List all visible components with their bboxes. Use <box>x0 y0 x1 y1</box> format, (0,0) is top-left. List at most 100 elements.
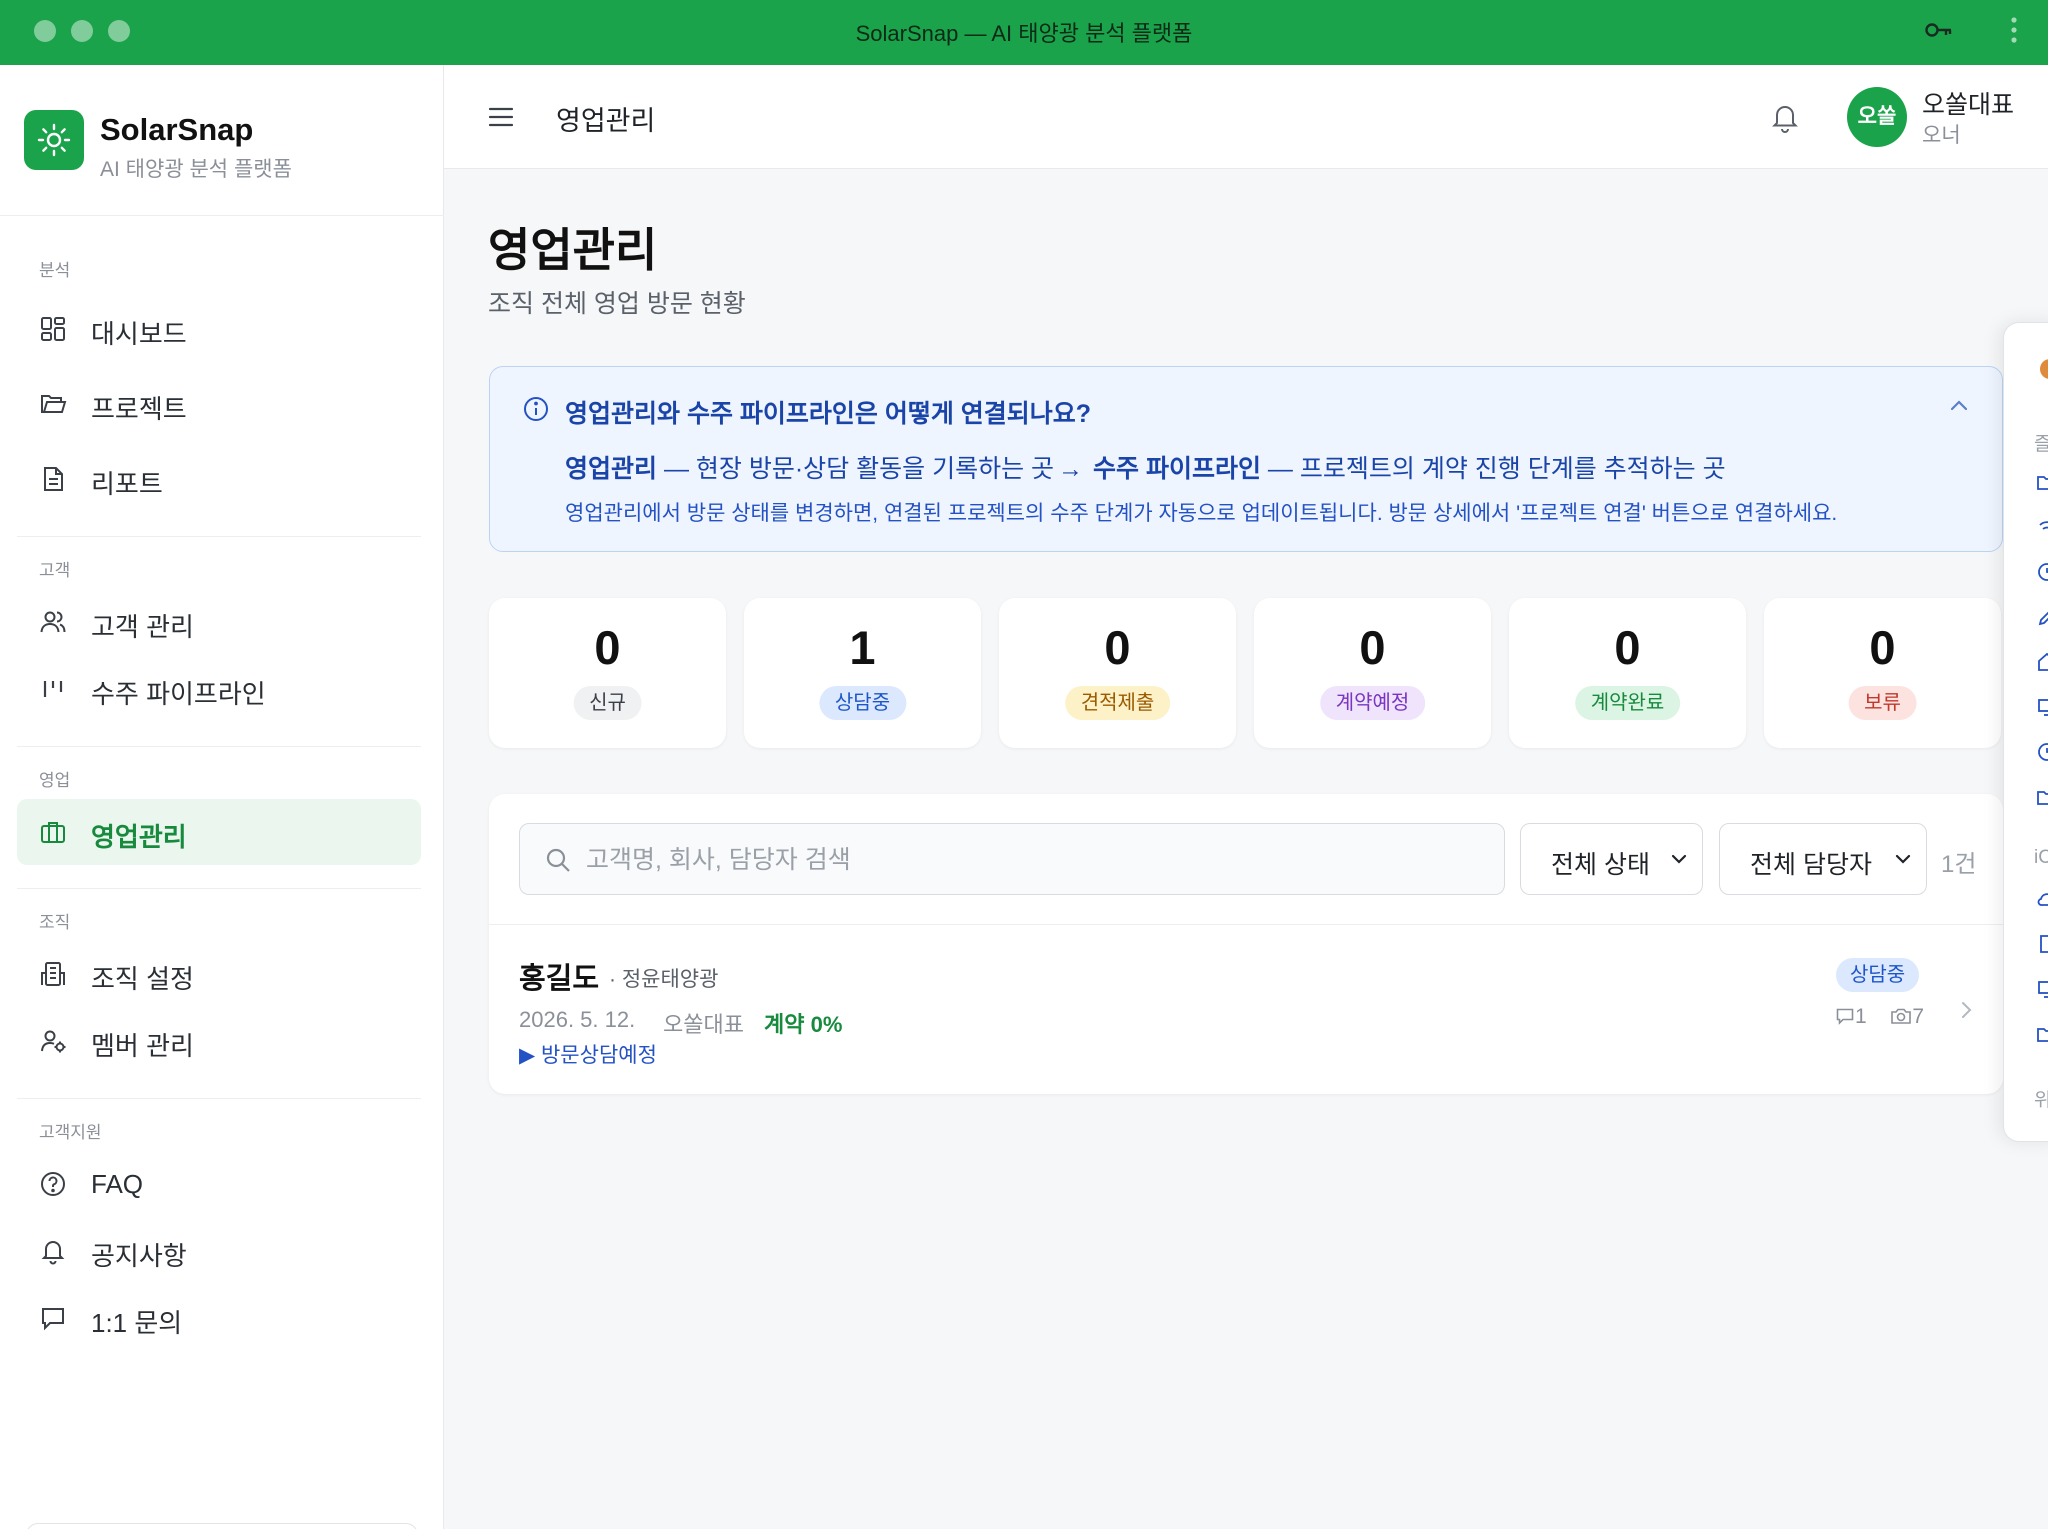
contract-progress: 계약 0% <box>764 1012 843 1037</box>
stat-value: 0 <box>1614 621 1641 674</box>
sidebar-divider <box>17 746 421 747</box>
comment-count: 1 <box>1855 1005 1867 1028</box>
more-menu-icon[interactable] <box>2010 16 2018 44</box>
header-title: 영업관리 <box>556 106 656 136</box>
stat-card-consulting[interactable]: 1 상담중 <box>744 598 981 748</box>
sidebar-divider <box>0 215 444 216</box>
chevron-up-icon[interactable] <box>1948 397 1970 413</box>
top-header: 영업관리 오쏠 오쏠대표 오너 <box>444 65 2048 169</box>
folder-icon <box>41 395 67 413</box>
sidebar-item-sales-management[interactable]: 영업관리 <box>17 799 421 865</box>
building-icon <box>41 962 65 986</box>
panel-section-label: 즐 <box>2034 429 2048 456</box>
cloud-icon[interactable] <box>2036 888 2048 910</box>
brand-name: SolarSnap <box>100 112 254 147</box>
info-icon <box>524 397 548 421</box>
stat-card-on-hold[interactable]: 0 보류 <box>1764 598 2001 748</box>
customer-name: 홍길도 <box>519 963 600 995</box>
list-item[interactable]: 홍길도 · 정윤태양광 2026. 5. 12. 오쏠대표 계약 0% ▶ 방문… <box>489 925 2003 1094</box>
sidebar-item-label: 영업관리 <box>91 822 187 852</box>
sidebar-item-dashboard[interactable]: 대시보드 <box>17 296 421 362</box>
sidebar-item-label: 공지사항 <box>91 1241 187 1271</box>
search-input[interactable] <box>586 842 1466 878</box>
status-badge: 신규 <box>573 686 642 720</box>
clock-icon[interactable] <box>2036 561 2048 583</box>
sidebar-item-label: FAQ <box>91 1169 144 1199</box>
folder-icon[interactable] <box>2036 471 2048 493</box>
section-label-customers: 고객 <box>39 561 71 580</box>
status-filter-value: 전체 상태 <box>1551 851 1650 879</box>
stat-value: 0 <box>1104 621 1131 674</box>
visit-meta: 1 7 <box>1835 1005 1924 1029</box>
section-label-sales: 영업 <box>39 771 71 790</box>
status-badge: 보류 <box>1848 686 1917 720</box>
dashboard-icon <box>41 317 65 341</box>
menu-icon[interactable] <box>488 105 514 129</box>
briefcase-icon <box>41 822 65 843</box>
folder-icon[interactable] <box>2036 1023 2048 1045</box>
stat-card-quote[interactable]: 0 견적제출 <box>999 598 1236 748</box>
home-icon[interactable] <box>2036 651 2048 673</box>
info-term-pipeline-desc: — 프로젝트의 계약 진행 단계를 추적하는 곳 <box>1260 455 1726 483</box>
document-icon[interactable] <box>2036 933 2048 955</box>
search-box[interactable] <box>519 823 1505 895</box>
floating-side-panel[interactable]: 즐 iC 위 <box>2003 322 2048 1142</box>
search-icon <box>546 848 570 872</box>
status-badge: 계약완료 <box>1574 686 1681 720</box>
photo-count: 7 <box>1912 1005 1925 1028</box>
sidebar-item-org-settings[interactable]: 조직 설정 <box>17 941 421 1007</box>
sidebar-item-inquiry[interactable]: 1:1 문의 <box>17 1285 421 1351</box>
info-note: 영업관리에서 방문 상태를 변경하면, 연결된 프로젝트의 수주 단계가 자동으… <box>565 502 1838 525</box>
avatar[interactable]: 오쏠 <box>1847 87 1907 147</box>
monitor-icon[interactable] <box>2036 978 2048 1000</box>
notification-bell-icon[interactable] <box>1770 101 1800 133</box>
status-filter-select[interactable]: 전체 상태 <box>1520 823 1703 895</box>
user-name[interactable]: 오쏠대표 <box>1922 85 2014 121</box>
sidebar-item-member-management[interactable]: 멤버 관리 <box>17 1008 421 1074</box>
key-icon[interactable] <box>1924 18 1954 42</box>
stat-value: 1 <box>849 621 876 674</box>
sun-logo-icon <box>24 110 84 170</box>
status-badge: 상담중 <box>818 686 907 720</box>
comment-icon <box>1836 1008 1854 1025</box>
sidebar-item-projects[interactable]: 프로젝트 <box>17 371 421 437</box>
pen-icon[interactable] <box>2036 606 2048 628</box>
owner-filter-select[interactable]: 전체 담당자 <box>1719 823 1927 895</box>
info-description: 영업관리 — 현장 방문·상담 활동을 기록하는 곳 → 수주 파이프라인 — 프로… <box>565 449 1726 485</box>
panel-section-label: iC <box>2034 847 2048 868</box>
clock-icon[interactable] <box>2036 741 2048 763</box>
camera-icon <box>1891 1008 1912 1024</box>
customer-company: · 정윤태양광 <box>609 968 719 991</box>
sidebar-item-notices[interactable]: 공지사항 <box>17 1218 421 1284</box>
user-role: 오너 <box>1922 124 1961 147</box>
sidebar-item-label: 대시보드 <box>91 319 187 349</box>
brand-tagline: AI 태양광 분석 플랫폼 <box>100 158 292 181</box>
sidebar-item-reports[interactable]: 리포트 <box>17 446 421 512</box>
chevron-down-icon <box>1671 854 1687 864</box>
chevron-right-icon[interactable] <box>1959 999 1973 1021</box>
chevron-down-icon <box>1895 854 1911 864</box>
sidebar-item-pipeline[interactable]: 수주 파이프라인 <box>17 656 421 722</box>
info-term-pipeline: 수주 파이프라인 <box>1093 455 1261 483</box>
stat-card-new[interactable]: 0 신규 <box>489 598 726 748</box>
stat-card-contract-done[interactable]: 0 계약완료 <box>1509 598 1746 748</box>
visit-list-card: 전체 상태 전체 담당자 1건 홍길도 · 정윤태양광 2026. 5. 12.… <box>489 794 2003 1094</box>
sidebar-item-label: 1:1 문의 <box>91 1308 183 1338</box>
message-icon <box>42 1308 64 1331</box>
sidebar-item-faq[interactable]: FAQ <box>17 1151 421 1217</box>
sidebar-item-label: 프로젝트 <box>91 394 187 424</box>
stat-value: 0 <box>1869 621 1896 674</box>
sidebar-item-customer-management[interactable]: 고객 관리 <box>17 589 421 655</box>
result-count: 1건 <box>1941 851 1977 878</box>
page-subtitle: 조직 전체 영업 방문 현황 <box>488 290 746 318</box>
brand[interactable]: SolarSnap AI 태양광 분석 플랫폼 <box>24 110 424 190</box>
monitor-icon[interactable] <box>2036 696 2048 718</box>
stat-card-contract-planned[interactable]: 0 계약예정 <box>1254 598 1491 748</box>
page-title: 영업관리 <box>488 224 658 276</box>
document-icon <box>44 467 63 491</box>
wifi-icon[interactable] <box>2036 516 2048 538</box>
next-action[interactable]: ▶ 방문상담예정 <box>519 1039 657 1069</box>
window-titlebar: SolarSnap — AI 태양광 분석 플랫폼 <box>0 0 2048 65</box>
folder-icon[interactable] <box>2036 786 2048 808</box>
info-callout: 영업관리와 수주 파이프라인은 어떻게 연결되나요? 영업관리 — 현장 방문·… <box>489 366 2003 552</box>
